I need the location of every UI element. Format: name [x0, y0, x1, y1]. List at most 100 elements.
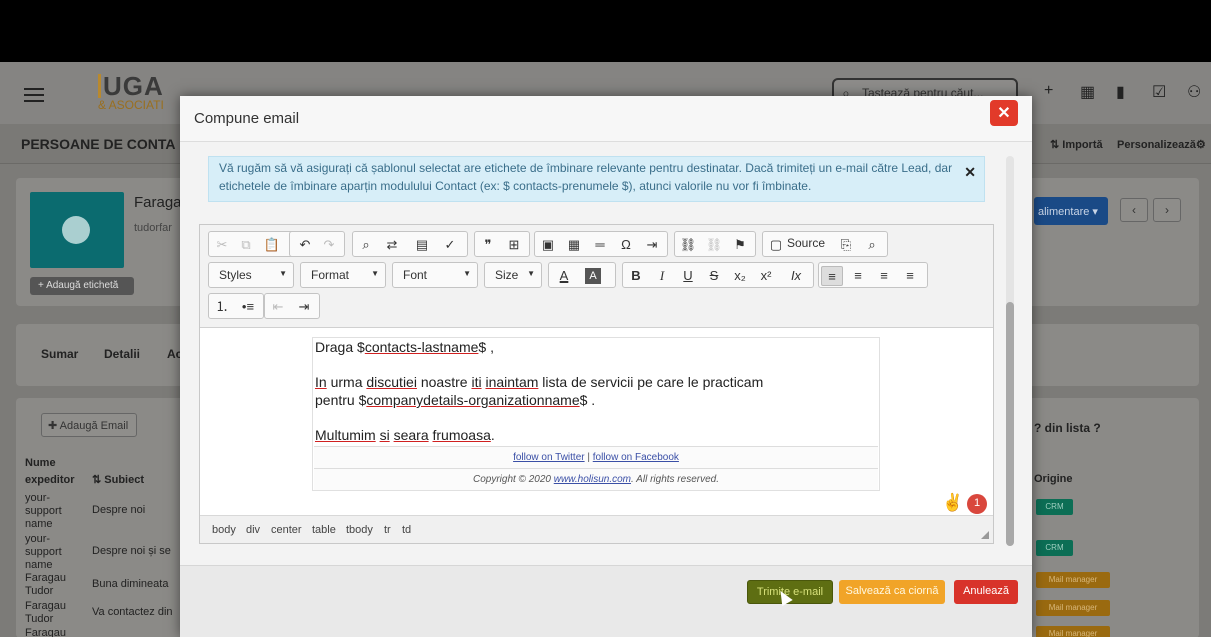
- align-justify-icon[interactable]: ≡: [899, 266, 921, 286]
- remove-format-icon[interactable]: Ix: [785, 266, 807, 286]
- horizontal-line-icon[interactable]: ═: [589, 235, 611, 255]
- action-dropdown-button[interactable]: alimentare ▾: [1034, 197, 1108, 225]
- twitter-link[interactable]: follow on Twitter: [513, 452, 585, 463]
- bullet-list-icon[interactable]: •≡: [237, 297, 259, 317]
- row-subject[interactable]: Despre noi și se: [92, 545, 171, 558]
- image-icon[interactable]: ▣: [537, 235, 559, 255]
- find-icon[interactable]: ⌕: [355, 235, 377, 255]
- editor-content[interactable]: Draga $contacts-lastname$ , In urma disc…: [200, 329, 993, 515]
- modal-close-button[interactable]: ✕: [990, 100, 1018, 126]
- column-header-sender[interactable]: Nume expeditor: [25, 455, 85, 489]
- next-button[interactable]: ›: [1153, 198, 1181, 222]
- victory-hand-icon[interactable]: ✌: [942, 493, 963, 513]
- tab-details[interactable]: Detalii: [104, 347, 140, 361]
- text-span: urma: [326, 374, 367, 390]
- toolbar-group-blocks: ❞ ⊞: [474, 231, 530, 257]
- subscript-icon[interactable]: x₂: [729, 266, 751, 286]
- resize-handle-icon[interactable]: [981, 531, 989, 539]
- plus-icon[interactable]: +: [1044, 82, 1053, 100]
- template-icon[interactable]: ⎘: [835, 235, 857, 255]
- size-select[interactable]: Size ▼: [484, 262, 542, 288]
- save-draft-button[interactable]: Salvează ca ciornă: [839, 580, 945, 604]
- dropdown-arrow-icon: ▼: [527, 269, 535, 278]
- path-item[interactable]: tbody: [346, 524, 373, 536]
- logo[interactable]: UGA & ASOCIATI: [98, 73, 164, 112]
- undo-icon[interactable]: ↶: [294, 235, 316, 255]
- path-item[interactable]: tr: [384, 524, 391, 536]
- source-icon[interactable]: ▢: [765, 235, 787, 255]
- add-tag-button[interactable]: + Adaugă etichetă: [30, 277, 134, 295]
- table-icon[interactable]: ▦: [563, 235, 585, 255]
- prev-button[interactable]: ‹: [1120, 198, 1148, 222]
- path-item[interactable]: div: [246, 524, 260, 536]
- align-right-icon[interactable]: ≡: [873, 266, 895, 286]
- alert-close-icon[interactable]: ✕: [964, 163, 976, 181]
- row-subject[interactable]: Despre noi: [92, 504, 145, 517]
- contact-email: tudorfar: [134, 222, 172, 234]
- styles-select[interactable]: Styles ▼: [208, 262, 294, 288]
- replace-icon[interactable]: ⇄: [381, 235, 403, 255]
- row-sender: your-support name: [25, 533, 62, 571]
- checkbox-icon[interactable]: ☑: [1152, 82, 1166, 102]
- bold-icon[interactable]: B: [625, 266, 647, 286]
- align-center-icon[interactable]: ≡: [847, 266, 869, 286]
- facebook-link[interactable]: follow on Facebook: [593, 452, 679, 463]
- tab-summary[interactable]: Sumar: [41, 347, 78, 361]
- superscript-icon[interactable]: x²: [755, 266, 777, 286]
- column-header-subject[interactable]: ⇅ Subiect: [92, 473, 144, 486]
- source-button-label[interactable]: Source: [787, 236, 825, 250]
- contact-name: Faraga: [134, 194, 182, 211]
- font-select[interactable]: Font ▼: [392, 262, 478, 288]
- preview-icon[interactable]: ⌕: [861, 235, 883, 255]
- strikethrough-icon[interactable]: S: [703, 266, 725, 286]
- customize-link[interactable]: Personalizează⚙: [1117, 138, 1206, 151]
- pager-text: ? din lista ?: [1034, 421, 1101, 435]
- merge-tags-alert: Vă rugăm să vă asigurați că șablonul sel…: [208, 156, 985, 202]
- cut-icon[interactable]: ✂: [211, 235, 233, 255]
- origin-badge: Mail manager: [1036, 626, 1110, 637]
- row-subject[interactable]: Buna dimineata: [92, 578, 168, 591]
- copy-icon[interactable]: ⧉: [235, 235, 257, 255]
- modal-scrollbar-thumb[interactable]: [1006, 302, 1014, 546]
- import-link[interactable]: ⇅ Importă: [1050, 138, 1103, 151]
- background-color-icon[interactable]: A: [585, 268, 601, 284]
- separator: |: [584, 452, 593, 463]
- row-subject[interactable]: Va contactez din: [92, 606, 173, 619]
- path-item[interactable]: td: [402, 524, 411, 536]
- div-icon[interactable]: ⊞: [503, 235, 525, 255]
- dropdown-arrow-icon: ▼: [279, 269, 287, 278]
- editor-toolbar: ✂ ⧉ 📋 ↶ ↷ ⌕ ⇄ ▤ ✓ ❞ ⊞ ▣ ▦ ═ Ω ⇥ ⛓ ⛓ ⚑ ▢ …: [200, 225, 993, 328]
- unlink-icon[interactable]: ⛓: [703, 235, 725, 255]
- user-icon[interactable]: ⚇: [1187, 82, 1201, 102]
- redo-icon[interactable]: ↷: [318, 235, 340, 255]
- underline-icon[interactable]: U: [677, 266, 699, 286]
- column-header-origin[interactable]: Origine: [1034, 473, 1073, 485]
- page-break-icon[interactable]: ⇥: [641, 235, 663, 255]
- select-all-icon[interactable]: ▤: [411, 235, 433, 255]
- cancel-button[interactable]: Anulează: [954, 580, 1018, 604]
- path-item[interactable]: center: [271, 524, 302, 536]
- anchor-icon[interactable]: ⚑: [729, 235, 751, 255]
- numbered-list-icon[interactable]: ⒈: [211, 297, 233, 317]
- email-template-body[interactable]: Draga $contacts-lastname$ , In urma disc…: [312, 337, 880, 491]
- add-email-button[interactable]: ✚ Adaugă Email: [41, 413, 137, 437]
- calendar-icon[interactable]: ▦: [1080, 82, 1095, 102]
- greeting-line: Draga $contacts-lastname$ ,: [315, 339, 494, 355]
- path-item[interactable]: table: [312, 524, 336, 536]
- format-select[interactable]: Format ▼: [300, 262, 386, 288]
- path-item[interactable]: body: [212, 524, 236, 536]
- text-color-icon[interactable]: A: [553, 266, 575, 286]
- italic-icon[interactable]: I: [651, 266, 673, 286]
- menu-icon[interactable]: [24, 88, 44, 102]
- spellcheck-icon[interactable]: ✓: [439, 235, 461, 255]
- align-left-icon[interactable]: ≡: [821, 266, 843, 286]
- website-link[interactable]: www.holisun.com: [554, 474, 631, 485]
- special-char-icon[interactable]: Ω: [615, 235, 637, 255]
- chart-icon[interactable]: ▮: [1116, 82, 1125, 102]
- paste-icon[interactable]: 📋: [261, 235, 283, 255]
- link-icon[interactable]: ⛓: [677, 235, 699, 255]
- blockquote-icon[interactable]: ❞: [477, 235, 499, 255]
- notification-count-badge[interactable]: 1: [967, 494, 987, 514]
- outdent-icon[interactable]: ⇤: [267, 297, 289, 317]
- indent-icon[interactable]: ⇥: [293, 297, 315, 317]
